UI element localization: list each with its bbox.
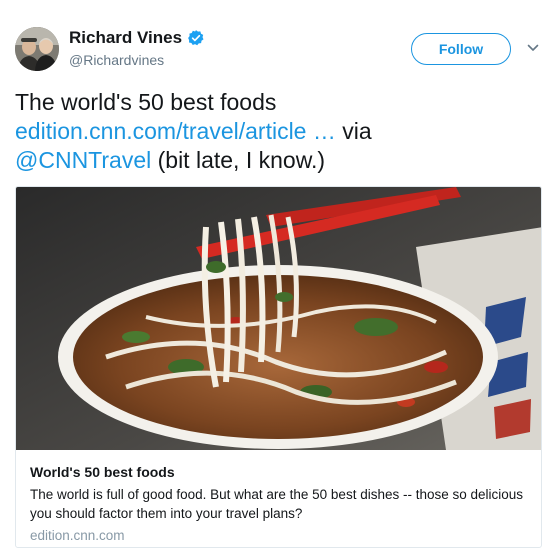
card-description: The world is full of good food. But what…	[30, 487, 524, 521]
display-name[interactable]: Richard Vines	[69, 28, 182, 48]
via-text: via	[335, 118, 372, 144]
mention-link[interactable]: @CNNTravel	[15, 147, 151, 173]
card-body: World's 50 best foods The world is full …	[30, 463, 530, 545]
tweet-text: The world's 50 best foods edition.cnn.co…	[15, 88, 535, 175]
user-info[interactable]: Richard Vines @Richardvines	[69, 28, 205, 68]
avatar[interactable]	[15, 27, 59, 71]
user-handle[interactable]: @Richardvines	[69, 52, 205, 68]
verified-badge-icon	[188, 30, 204, 46]
tweet-text-suffix: (bit late, I know.)	[151, 147, 326, 173]
name-row: Richard Vines	[69, 28, 205, 48]
chevron-down-icon[interactable]	[527, 43, 539, 53]
article-link[interactable]: edition.cnn.com/travel/article …	[15, 118, 336, 144]
user-avatar-photo-icon	[15, 27, 59, 71]
tweet-text-main: The world's 50 best foods	[15, 89, 277, 115]
food-photo-noodle-soup-icon[interactable]	[16, 187, 542, 450]
follow-button[interactable]: Follow	[411, 33, 511, 65]
tweet: Richard Vines @Richardvines Follow The w…	[0, 0, 558, 554]
link-card[interactable]: World's 50 best foods The world is full …	[15, 186, 542, 548]
card-domain: edition.cnn.com	[30, 528, 125, 543]
card-title: World's 50 best foods	[30, 464, 175, 480]
